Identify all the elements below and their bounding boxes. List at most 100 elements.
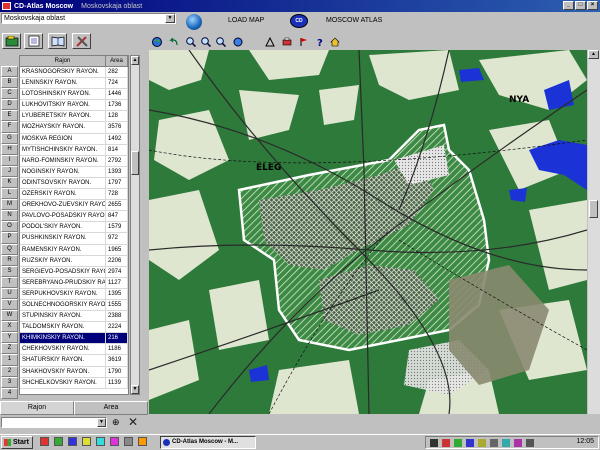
letter-index-item[interactable]: S — [1, 265, 18, 277]
home-icon[interactable] — [329, 36, 340, 47]
letter-index-item[interactable]: K — [1, 176, 18, 189]
notes-tool-icon[interactable] — [24, 33, 43, 49]
tab-rajon[interactable]: Rajon — [0, 401, 74, 415]
tray-icon-5[interactable] — [478, 439, 486, 447]
letter-index-item[interactable]: L — [1, 188, 18, 200]
letter-index-item[interactable]: D — [1, 99, 18, 111]
letter-index-item[interactable]: C — [1, 88, 18, 100]
table-row[interactable]: ODINTSOVSKIY RAYON. 1797 — [20, 177, 128, 190]
clear-x-icon[interactable]: ✕ — [128, 415, 138, 429]
table-row[interactable]: SOLNECHNOGORSKIY RAYON. 1555 — [20, 299, 128, 312]
table-row[interactable]: MOSKVA REGION 1492 — [20, 133, 128, 145]
quicklaunch-icon-6[interactable] — [110, 437, 119, 446]
table-row[interactable]: NOGINSKIY RAYON. 1393 — [20, 166, 128, 178]
scroll-thumb[interactable] — [131, 151, 139, 175]
quicklaunch-icon-1[interactable] — [40, 437, 49, 446]
table-row[interactable]: SHCHELKOVSKIY RAYON. 1139 — [20, 377, 128, 389]
table-row[interactable]: STUPINSKIY RAYON. 2388 — [20, 311, 128, 323]
tray-icon-4[interactable] — [466, 439, 474, 447]
globe-small-icon[interactable] — [151, 36, 162, 47]
map-view[interactable]: ELEG NYA — [149, 50, 587, 414]
tray-icon-1[interactable] — [430, 439, 438, 447]
letter-index-item[interactable]: O — [1, 221, 18, 233]
letter-index-item[interactable]: Q — [1, 243, 18, 255]
table-row[interactable]: SERPUKHOVSKIY RAYON. 1395 — [20, 288, 128, 300]
table-row[interactable]: RUZSKIY RAYON. 2206 — [20, 255, 128, 267]
letter-index-item[interactable]: W — [1, 310, 18, 322]
letter-index-item[interactable]: 2 — [1, 365, 18, 377]
globe-icon[interactable] — [186, 14, 202, 30]
letter-index-item[interactable]: R — [1, 254, 18, 266]
tray-icon-6[interactable] — [490, 439, 498, 447]
tools-tool-icon[interactable] — [72, 33, 91, 49]
map-scroll-up-icon[interactable]: ▲ — [588, 50, 599, 59]
letter-index-item[interactable]: 4 — [1, 387, 18, 399]
map-vertical-scrollbar[interactable]: ▲ — [588, 50, 600, 414]
table-row[interactable]: KRASNOGORSKIY RAYON. 282 — [20, 67, 128, 79]
quicklaunch-icon-7[interactable] — [124, 437, 133, 446]
table-row[interactable]: KHIMKINSKIY RAYON. 216 — [20, 333, 128, 345]
quicklaunch-icon-4[interactable] — [82, 437, 91, 446]
zoom-window-icon[interactable] — [215, 36, 226, 47]
letter-index-item[interactable]: P — [1, 232, 18, 244]
table-row[interactable]: LOTOSHINSKIY RAYON. 1446 — [20, 89, 128, 101]
task-button-cd-atlas[interactable]: CD-Atlas Moscow - M... — [160, 436, 256, 449]
table-row[interactable]: SEREBRYANO-PRUDSKIY RAYON.1127 — [20, 277, 128, 289]
letter-index-item[interactable]: T — [1, 276, 18, 288]
zoom-in-icon[interactable] — [185, 36, 196, 47]
start-button[interactable]: Start — [1, 436, 33, 449]
table-row[interactable]: MYTISHCHINSKIY RAYON. 814 — [20, 144, 128, 156]
letter-index-item[interactable]: V — [1, 298, 18, 311]
pan-icon[interactable] — [232, 36, 243, 47]
tab-area[interactable]: Area — [74, 401, 148, 415]
letter-index-item[interactable]: E — [1, 110, 18, 122]
letter-index-item[interactable]: U — [1, 287, 18, 299]
tray-icon-3[interactable] — [454, 439, 462, 447]
letter-index-item[interactable]: 3 — [1, 376, 18, 388]
district-table[interactable]: Rajon Area KRASNOGORSKIY RAYON. 282 LENINS… — [19, 55, 129, 395]
letter-index-item[interactable]: G — [1, 132, 18, 144]
table-row[interactable]: PAVLOVO-POSADSKIY RAYON. 847 — [20, 211, 128, 223]
region-select[interactable]: Moskovskaja oblast ▼ — [1, 13, 176, 24]
minimize-button[interactable]: _ — [563, 1, 574, 10]
maximize-button[interactable]: □ — [575, 1, 586, 10]
close-button[interactable]: × — [587, 1, 598, 10]
zoom-out-icon[interactable] — [200, 36, 211, 47]
letter-index-item[interactable]: N — [1, 210, 18, 222]
quicklaunch-icon-2[interactable] — [54, 437, 63, 446]
column-header-area[interactable]: Area — [106, 56, 128, 66]
scroll-up-arrow-icon[interactable]: ▲ — [131, 56, 139, 65]
tray-icon-7[interactable] — [502, 439, 510, 447]
book-tool-icon[interactable] — [48, 33, 67, 49]
table-row[interactable]: NARO-FOMINSKIY RAYON. 2792 — [20, 155, 128, 167]
table-row[interactable]: LYUBERETSKIY RAYON. 128 — [20, 111, 128, 123]
moscow-atlas-button[interactable]: MOSCOW ATLAS — [326, 17, 382, 24]
table-row[interactable]: PODOL'SKIY RAYON. 1579 — [20, 222, 128, 234]
search-combo[interactable]: ▼ — [1, 417, 107, 428]
table-row[interactable]: OZERSKIY RAYON. 728 — [20, 189, 128, 201]
table-scrollbar[interactable]: ▲ ▼ — [130, 55, 140, 395]
table-row[interactable]: SHATURSKIY RAYON. 3619 — [20, 355, 128, 367]
column-header-name[interactable]: Rajon — [20, 56, 106, 66]
letter-index-item[interactable]: A — [1, 66, 18, 78]
table-row[interactable]: SHAKHOVSKIY RAYON. 1790 — [20, 366, 128, 378]
measure-icon[interactable] — [264, 36, 275, 47]
flag-icon[interactable] — [298, 36, 309, 47]
letter-index-item[interactable]: M — [1, 199, 18, 211]
scroll-down-arrow-icon[interactable]: ▼ — [131, 385, 139, 394]
table-row[interactable]: OREKHOVO-ZUEVSKIY RAYON. 2655 — [20, 200, 128, 212]
combo-arrow-icon[interactable]: ▼ — [97, 418, 106, 427]
quicklaunch-icon-8[interactable] — [138, 437, 147, 446]
quicklaunch-icon-3[interactable] — [68, 437, 77, 446]
letter-index-item[interactable]: F — [1, 121, 18, 133]
table-row[interactable]: PUSHKINSKIY RAYON. 972 — [20, 233, 128, 245]
letter-index-item[interactable]: H — [1, 143, 18, 155]
quicklaunch-icon-5[interactable] — [96, 437, 105, 446]
table-row[interactable]: LUKHOVITSKIY RAYON. 1736 — [20, 100, 128, 112]
load-map-button[interactable]: LOAD MAP — [228, 17, 264, 24]
find-binoculars-icon[interactable]: ⊕ — [112, 417, 120, 428]
print-icon[interactable] — [281, 36, 292, 47]
letter-index-item[interactable]: Y — [1, 332, 18, 344]
letter-index-item[interactable]: X — [1, 321, 18, 333]
tray-icon-8[interactable] — [514, 439, 522, 447]
